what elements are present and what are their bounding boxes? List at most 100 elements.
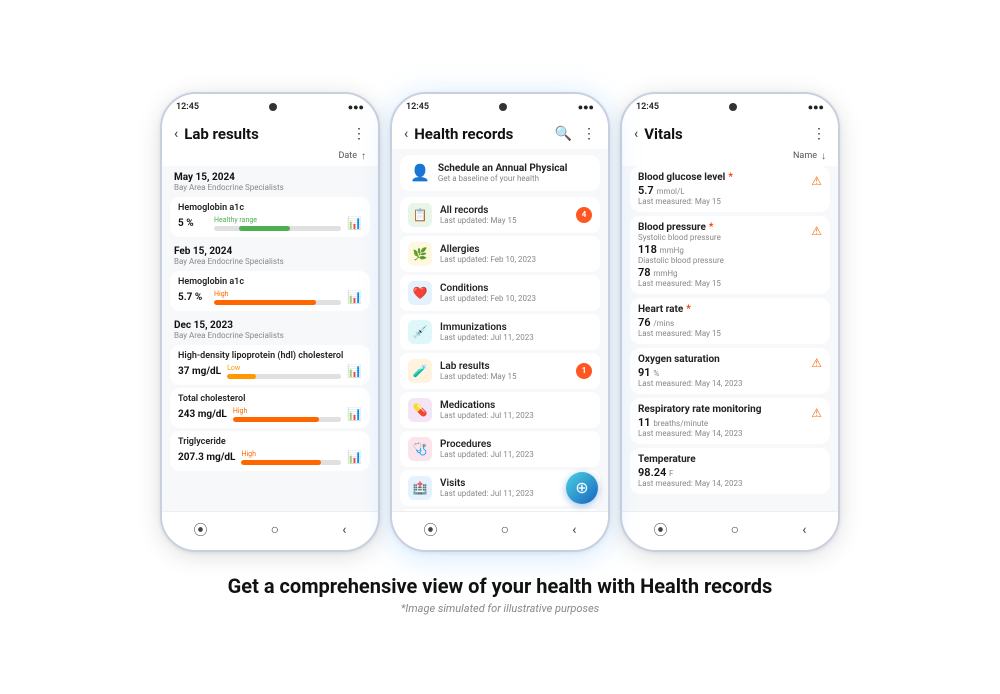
vital-value: 5.7 mmol/L xyxy=(638,184,822,197)
phone1-status-bar: 12:45 ●●● xyxy=(162,94,378,117)
phone1-screen: ‹ Lab results ⋮ Date ↑ May 15, 2024 Bay … xyxy=(162,117,378,511)
nav-back-icon[interactable]: ‹ xyxy=(802,522,806,538)
lab-item-hba1c-feb[interactable]: Hemoglobin a1c 5.7 % High 📊 xyxy=(170,271,370,311)
chart-icon[interactable]: 📊 xyxy=(347,290,362,304)
record-procedures-info: Procedures Last updated: Jul 11, 2023 xyxy=(440,439,592,459)
lab-value: 5 % xyxy=(178,218,208,229)
record-item-vitals[interactable]: 📊 Vitals Last updated: May 15 xyxy=(400,509,600,511)
phones-row: 12:45 ●●● ‹ Lab results ⋮ Date ↑ xyxy=(0,72,1000,562)
phone2-nav-bar: ⦿ ○ ‹ xyxy=(392,511,608,550)
phone3-screen: ‹ Vitals ⋮ Name ↓ Blood glucose level * xyxy=(622,117,838,511)
record-conditions-info: Conditions Last updated: Feb 10, 2023 xyxy=(440,283,592,303)
record-date: Last updated: Feb 10, 2023 xyxy=(440,294,592,303)
phone2-header-left: ‹ Health records xyxy=(404,125,513,143)
vital-heart-rate[interactable]: Heart rate * 76 /mins Last measured: May… xyxy=(630,298,830,344)
chart-icon[interactable]: 📊 xyxy=(347,364,362,378)
record-allergies-info: Allergies Last updated: Feb 10, 2023 xyxy=(440,244,592,264)
chart-icon[interactable]: 📊 xyxy=(347,450,362,464)
vital-blood-glucose[interactable]: Blood glucose level * 5.7 mmol/L Last me… xyxy=(630,166,830,212)
lab-value: 5.7 % xyxy=(178,292,208,303)
phone1-sort-arrow[interactable]: ↑ xyxy=(361,151,366,162)
range-label: Healthy range xyxy=(214,216,341,224)
nav-back-icon[interactable]: ‹ xyxy=(342,522,346,538)
phone3-sort-label[interactable]: Name xyxy=(793,151,817,161)
lab-group-feb2024: Feb 15, 2024 Bay Area Endocrine Speciali… xyxy=(162,240,378,268)
phone2-menu-icon[interactable]: ⋮ xyxy=(582,126,596,142)
phone2-search-icon[interactable]: 🔍 xyxy=(555,126,572,142)
phone3-title: Vitals xyxy=(644,125,683,143)
record-item-conditions[interactable]: ❤️ Conditions Last updated: Feb 10, 2023 xyxy=(400,275,600,311)
phone-lab-results: 12:45 ●●● ‹ Lab results ⋮ Date ↑ xyxy=(160,92,380,552)
lab-value-row: 243 mg/dL High 📊 xyxy=(178,407,362,422)
phone2-title: Health records xyxy=(414,125,513,143)
vital-value: 91 % xyxy=(638,366,822,379)
lab-item-name: High-density lipoprotein (hdl) cholester… xyxy=(178,351,362,361)
nav-home-icon[interactable]: ○ xyxy=(271,521,279,538)
vital-value: 11 breaths/minute xyxy=(638,416,822,429)
vital-respiratory[interactable]: Respiratory rate monitoring 11 breaths/m… xyxy=(630,398,830,444)
phone1-time: 12:45 xyxy=(176,102,199,112)
phone3-time: 12:45 xyxy=(636,102,659,112)
warning-icon: ⚠ xyxy=(811,224,822,238)
record-item-procedures[interactable]: 🩺 Procedures Last updated: Jul 11, 2023 xyxy=(400,431,600,467)
phone1-header: ‹ Lab results ⋮ xyxy=(162,117,378,149)
record-lab-info: Lab results Last updated: May 15 xyxy=(440,361,576,381)
vital-blood-pressure[interactable]: Blood pressure * Systolic blood pressure… xyxy=(630,216,830,294)
phone1-sort-label[interactable]: Date xyxy=(338,151,357,161)
lab-group-dec2023: Dec 15, 2023 Bay Area Endocrine Speciali… xyxy=(162,314,378,342)
fab-button[interactable]: ⊕ xyxy=(566,472,598,504)
nav-back-icon[interactable]: ‹ xyxy=(572,522,576,538)
phone3-menu-icon[interactable]: ⋮ xyxy=(812,126,826,142)
record-item-medications[interactable]: 💊 Medications Last updated: Jul 11, 2023 xyxy=(400,392,600,428)
systolic-label: Systolic blood pressure xyxy=(638,233,822,242)
record-item-all[interactable]: 📋 All records Last updated: May 15 4 xyxy=(400,197,600,233)
range-label: Low xyxy=(227,364,341,372)
record-name: Conditions xyxy=(440,283,592,294)
lab-item-hdl[interactable]: High-density lipoprotein (hdl) cholester… xyxy=(170,345,370,385)
chart-icon[interactable]: 📊 xyxy=(347,407,362,421)
lab-item-name: Hemoglobin a1c xyxy=(178,277,362,287)
bar-fill xyxy=(233,417,320,422)
range-label: High xyxy=(214,290,341,298)
record-all-icon: 📋 xyxy=(408,203,432,227)
phone3-back-button[interactable]: ‹ xyxy=(634,126,638,142)
lab-item-name: Hemoglobin a1c xyxy=(178,203,362,213)
phone1-title: Lab results xyxy=(184,125,259,143)
nav-apps-icon[interactable]: ⦿ xyxy=(424,520,438,540)
phone3-sort-arrow[interactable]: ↓ xyxy=(821,151,826,162)
phone2-status-icons: ●●● xyxy=(578,102,594,113)
chart-icon[interactable]: 📊 xyxy=(347,216,362,230)
lab-item-hba1c-may[interactable]: Hemoglobin a1c 5 % Healthy range 📊 xyxy=(170,197,370,237)
lab-value: 37 mg/dL xyxy=(178,366,221,377)
nav-home-icon[interactable]: ○ xyxy=(731,521,739,538)
lab-item-cholesterol[interactable]: Total cholesterol 243 mg/dL High 📊 xyxy=(170,388,370,428)
lab-item-triglyceride[interactable]: Triglyceride 207.3 mg/dL High 📊 xyxy=(170,431,370,471)
diastolic-label: Diastolic blood pressure xyxy=(638,256,822,265)
record-item-allergies[interactable]: 🌿 Allergies Last updated: Feb 10, 2023 xyxy=(400,236,600,272)
bar-track xyxy=(241,460,341,465)
nav-home-icon[interactable]: ○ xyxy=(501,521,509,538)
vital-date: Last measured: May 15 xyxy=(638,329,822,338)
phone1-lab-content: May 15, 2024 Bay Area Endocrine Speciali… xyxy=(162,166,378,511)
record-item-immunizations[interactable]: 💉 Immunizations Last updated: Jul 11, 20… xyxy=(400,314,600,350)
vital-oxygen[interactable]: Oxygen saturation 91 % Last measured: Ma… xyxy=(630,348,830,394)
nav-apps-icon[interactable]: ⦿ xyxy=(194,520,208,540)
range-label: High xyxy=(233,407,341,415)
nav-apps-icon[interactable]: ⦿ xyxy=(654,520,668,540)
phone3-status-icons: ●●● xyxy=(808,102,824,113)
lab-value-row: 5.7 % High 📊 xyxy=(178,290,362,305)
phone2-records-list: 📋 All records Last updated: May 15 4 🌿 A… xyxy=(392,197,608,511)
bar-track xyxy=(233,417,341,422)
bar-fill xyxy=(239,226,290,231)
record-name: Medications xyxy=(440,400,592,411)
phone1-menu-icon[interactable]: ⋮ xyxy=(352,126,366,142)
record-item-lab[interactable]: 🧪 Lab results Last updated: May 15 1 xyxy=(400,353,600,389)
phone2-back-button[interactable]: ‹ xyxy=(404,126,408,142)
phone1-back-button[interactable]: ‹ xyxy=(174,126,178,142)
banner-text: Schedule an Annual Physical Get a baseli… xyxy=(438,163,568,183)
diastolic-value: 78 mmHg xyxy=(638,266,822,279)
phone2-banner[interactable]: 👤 Schedule an Annual Physical Get a base… xyxy=(400,155,600,191)
phone-health-records: 12:45 ●●● ‹ Health records 🔍 ⋮ 👤 Schedul… xyxy=(390,92,610,552)
record-name: Lab results xyxy=(440,361,576,372)
vital-temperature[interactable]: Temperature 98.24 F Last measured: May 1… xyxy=(630,448,830,494)
